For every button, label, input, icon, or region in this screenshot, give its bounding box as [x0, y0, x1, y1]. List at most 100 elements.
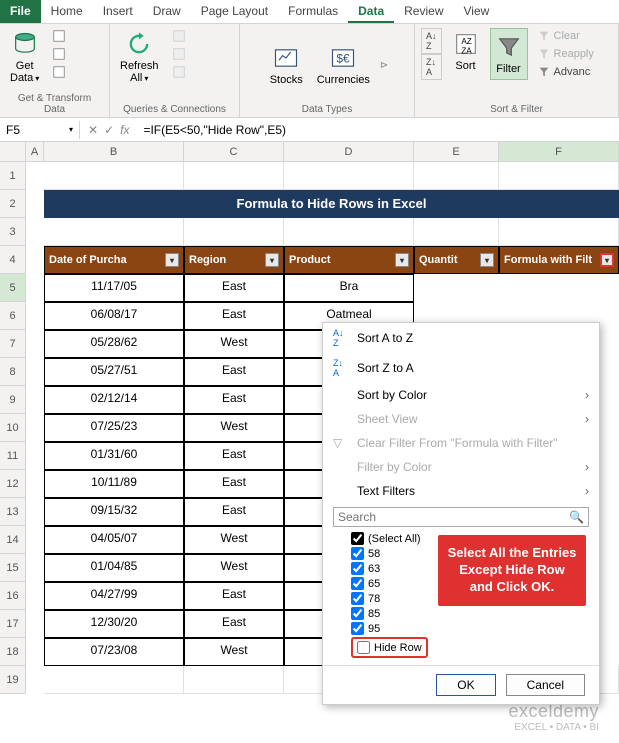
cell-region[interactable]: West: [184, 554, 284, 582]
cell-date[interactable]: 06/08/17: [44, 302, 184, 330]
from-text-button[interactable]: [49, 28, 69, 44]
filter-arrow-icon[interactable]: ▾: [265, 253, 279, 267]
filter-button[interactable]: Filter: [490, 28, 528, 80]
filter-item-hide-row[interactable]: Hide Row: [357, 640, 422, 655]
cell-region[interactable]: West: [184, 526, 284, 554]
table-header-product[interactable]: Product▾: [284, 246, 414, 274]
currencies-button[interactable]: $€ Currencies: [313, 42, 374, 88]
tab-data[interactable]: Data: [348, 0, 394, 23]
enter-icon[interactable]: ✓: [104, 123, 114, 137]
row-header[interactable]: 7: [0, 330, 26, 358]
filter-item[interactable]: 95: [351, 621, 589, 636]
cell-date[interactable]: 10/11/89: [44, 470, 184, 498]
col-header-c[interactable]: C: [184, 142, 284, 161]
tab-review[interactable]: Review: [394, 0, 453, 23]
menu-sort-az[interactable]: A↓ZSort A to Z: [323, 323, 599, 353]
cancel-icon[interactable]: ✕: [88, 123, 98, 137]
menu-sort-za[interactable]: Z↓ASort Z to A: [323, 353, 599, 383]
cell-date[interactable]: 05/28/62: [44, 330, 184, 358]
table-header-date[interactable]: Date of Purcha▾: [44, 246, 184, 274]
row-header[interactable]: 1: [0, 162, 26, 190]
cell-region[interactable]: East: [184, 610, 284, 638]
cell-region[interactable]: East: [184, 302, 284, 330]
filter-item[interactable]: 85: [351, 606, 589, 621]
cell-region[interactable]: East: [184, 274, 284, 302]
row-header[interactable]: 2: [0, 190, 26, 218]
row-header[interactable]: 3: [0, 218, 26, 246]
get-data-button[interactable]: GetData▾: [6, 28, 43, 86]
sort-za-button[interactable]: Z↓A: [421, 54, 442, 80]
cell-date[interactable]: 01/04/85: [44, 554, 184, 582]
cell-date[interactable]: 04/27/99: [44, 582, 184, 610]
row-header[interactable]: 13: [0, 498, 26, 526]
cell-region[interactable]: East: [184, 582, 284, 610]
fx-icon[interactable]: fx: [120, 123, 129, 137]
menu-text-filters[interactable]: Text Filters›: [323, 479, 599, 503]
table-header-region[interactable]: Region▾: [184, 246, 284, 274]
cell-region[interactable]: East: [184, 470, 284, 498]
row-header[interactable]: 8: [0, 358, 26, 386]
row-header[interactable]: 15: [0, 554, 26, 582]
cell-date[interactable]: 07/25/23: [44, 414, 184, 442]
row-header[interactable]: 6: [0, 302, 26, 330]
sort-az-button[interactable]: A↓Z: [421, 28, 442, 54]
ok-button[interactable]: OK: [436, 674, 495, 696]
tab-draw[interactable]: Draw: [143, 0, 191, 23]
formula-input[interactable]: =IF(E5<50,"Hide Row",E5): [137, 121, 619, 139]
filter-arrow-icon[interactable]: ▾: [600, 253, 614, 267]
sort-button[interactable]: AZZA Sort: [448, 28, 484, 74]
row-header[interactable]: 9: [0, 386, 26, 414]
cell-date[interactable]: 09/15/32: [44, 498, 184, 526]
cell-region[interactable]: West: [184, 638, 284, 666]
filter-arrow-icon[interactable]: ▾: [165, 253, 179, 267]
tab-formulas[interactable]: Formulas: [278, 0, 348, 23]
col-header-f[interactable]: F: [499, 142, 619, 161]
menu-sort-color[interactable]: Sort by Color›: [323, 383, 599, 407]
row-header[interactable]: 4: [0, 246, 26, 274]
tab-file[interactable]: File: [0, 0, 41, 23]
name-box[interactable]: F5▾: [0, 121, 80, 139]
from-table-button[interactable]: [49, 64, 69, 80]
col-header-d[interactable]: D: [284, 142, 414, 161]
cell-date[interactable]: 01/31/60: [44, 442, 184, 470]
filter-arrow-icon[interactable]: ▾: [395, 253, 409, 267]
cell-date[interactable]: 04/05/07: [44, 526, 184, 554]
cell-product[interactable]: Bra: [284, 274, 414, 302]
filter-search-input[interactable]: [338, 510, 569, 524]
tab-page-layout[interactable]: Page Layout: [191, 0, 278, 23]
cell-region[interactable]: East: [184, 498, 284, 526]
row-header[interactable]: 5: [0, 274, 26, 302]
cell-region[interactable]: West: [184, 414, 284, 442]
cell-date[interactable]: 11/17/05: [44, 274, 184, 302]
row-header[interactable]: 14: [0, 526, 26, 554]
col-header-a[interactable]: A: [26, 142, 44, 161]
cell-date[interactable]: 05/27/51: [44, 358, 184, 386]
row-header[interactable]: 11: [0, 442, 26, 470]
row-header[interactable]: 16: [0, 582, 26, 610]
cell-date[interactable]: 12/30/20: [44, 610, 184, 638]
cell-date[interactable]: 07/23/08: [44, 638, 184, 666]
table-header-quantity[interactable]: Quantit▾: [414, 246, 499, 274]
tab-view[interactable]: View: [454, 0, 500, 23]
cancel-button[interactable]: Cancel: [506, 674, 585, 696]
row-header[interactable]: 12: [0, 470, 26, 498]
cell-region[interactable]: East: [184, 442, 284, 470]
table-header-formula[interactable]: Formula with Filt▾: [499, 246, 619, 274]
cell-region[interactable]: West: [184, 330, 284, 358]
filter-arrow-icon[interactable]: ▾: [480, 253, 494, 267]
row-header[interactable]: 17: [0, 610, 26, 638]
row-header[interactable]: 10: [0, 414, 26, 442]
row-header[interactable]: 18: [0, 638, 26, 666]
from-web-button[interactable]: [49, 46, 69, 62]
cell-date[interactable]: 02/12/14: [44, 386, 184, 414]
refresh-all-button[interactable]: RefreshAll▾: [116, 28, 163, 86]
col-header-e[interactable]: E: [414, 142, 499, 161]
tab-insert[interactable]: Insert: [93, 0, 143, 23]
cell-region[interactable]: East: [184, 386, 284, 414]
select-all-corner[interactable]: [0, 142, 26, 161]
cell-region[interactable]: East: [184, 358, 284, 386]
col-header-b[interactable]: B: [44, 142, 184, 161]
tab-home[interactable]: Home: [41, 0, 93, 23]
row-header[interactable]: 19: [0, 666, 26, 694]
stocks-button[interactable]: Stocks: [266, 42, 307, 88]
